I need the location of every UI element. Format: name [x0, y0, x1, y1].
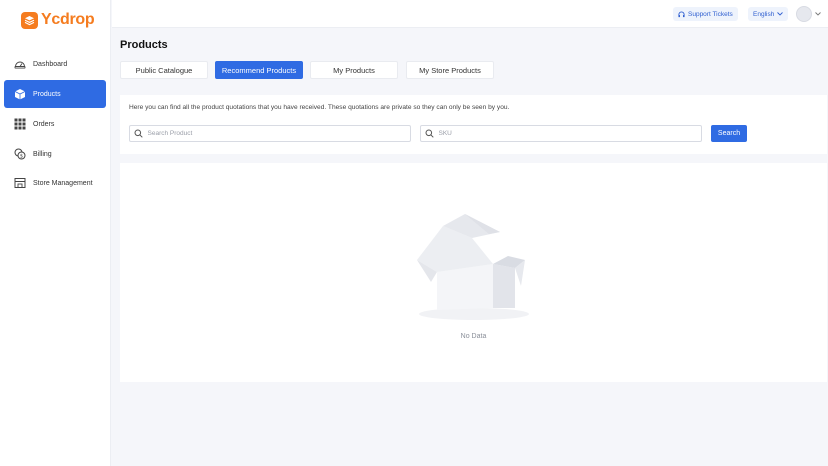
sku-field[interactable] [420, 125, 702, 142]
sidebar-item-label: Billing [33, 150, 52, 158]
chevron-down-icon [777, 12, 784, 16]
headset-icon [678, 11, 685, 18]
support-tickets-button[interactable]: Support Tickets [673, 7, 738, 21]
svg-text:$: $ [20, 153, 23, 159]
logo-text: Ycdrop [41, 11, 95, 28]
search-product-field[interactable] [129, 125, 411, 142]
sidebar-item-store-management[interactable]: Store Management [4, 169, 106, 197]
search-product-input[interactable] [147, 130, 410, 137]
sidebar-item-label: Products [33, 90, 61, 98]
logo[interactable]: Ycdrop [21, 11, 95, 29]
dashboard-icon [14, 58, 26, 70]
tab-public-catalogue[interactable]: Public Catalogue [120, 61, 208, 79]
search-icon [425, 129, 435, 139]
language-select[interactable]: English [748, 7, 789, 21]
support-tickets-label: Support Tickets [688, 10, 733, 18]
tab-my-store-products[interactable]: My Store Products [406, 61, 494, 79]
results-panel: No Data [120, 163, 827, 382]
store-icon [14, 177, 26, 189]
sidebar: Ycdrop Dashboard Products Orders $ Billi… [0, 0, 111, 466]
search-button[interactable]: Search [711, 125, 747, 142]
language-label: English [753, 10, 775, 18]
box-icon [14, 88, 26, 100]
sidebar-item-label: Store Management [33, 179, 93, 187]
page-title: Products [120, 39, 168, 51]
grid-icon [14, 118, 26, 130]
logo-icon [21, 11, 38, 29]
sidebar-item-label: Dashboard [33, 60, 68, 68]
empty-state-text: No Data [460, 333, 487, 340]
sidebar-item-products[interactable]: Products [4, 80, 106, 108]
empty-box-icon [417, 206, 531, 326]
tab-my-products[interactable]: My Products [310, 61, 398, 79]
sku-input[interactable] [438, 130, 701, 137]
filter-panel: Here you can find all the product quotat… [120, 95, 827, 154]
avatar[interactable] [796, 6, 812, 22]
description-text: Here you can find all the product quotat… [129, 104, 510, 111]
tab-recommend-products[interactable]: Recommend Products [215, 61, 303, 79]
sidebar-item-orders[interactable]: Orders [4, 110, 106, 138]
sidebar-item-dashboard[interactable]: Dashboard [4, 50, 106, 78]
search-icon [134, 129, 144, 139]
sidebar-item-billing[interactable]: $ Billing [4, 140, 106, 168]
coins-icon: $ [14, 148, 26, 160]
sidebar-item-label: Orders [33, 120, 55, 128]
avatar-chevron-icon[interactable] [815, 12, 821, 16]
top-header: Support Tickets English [112, 0, 828, 28]
